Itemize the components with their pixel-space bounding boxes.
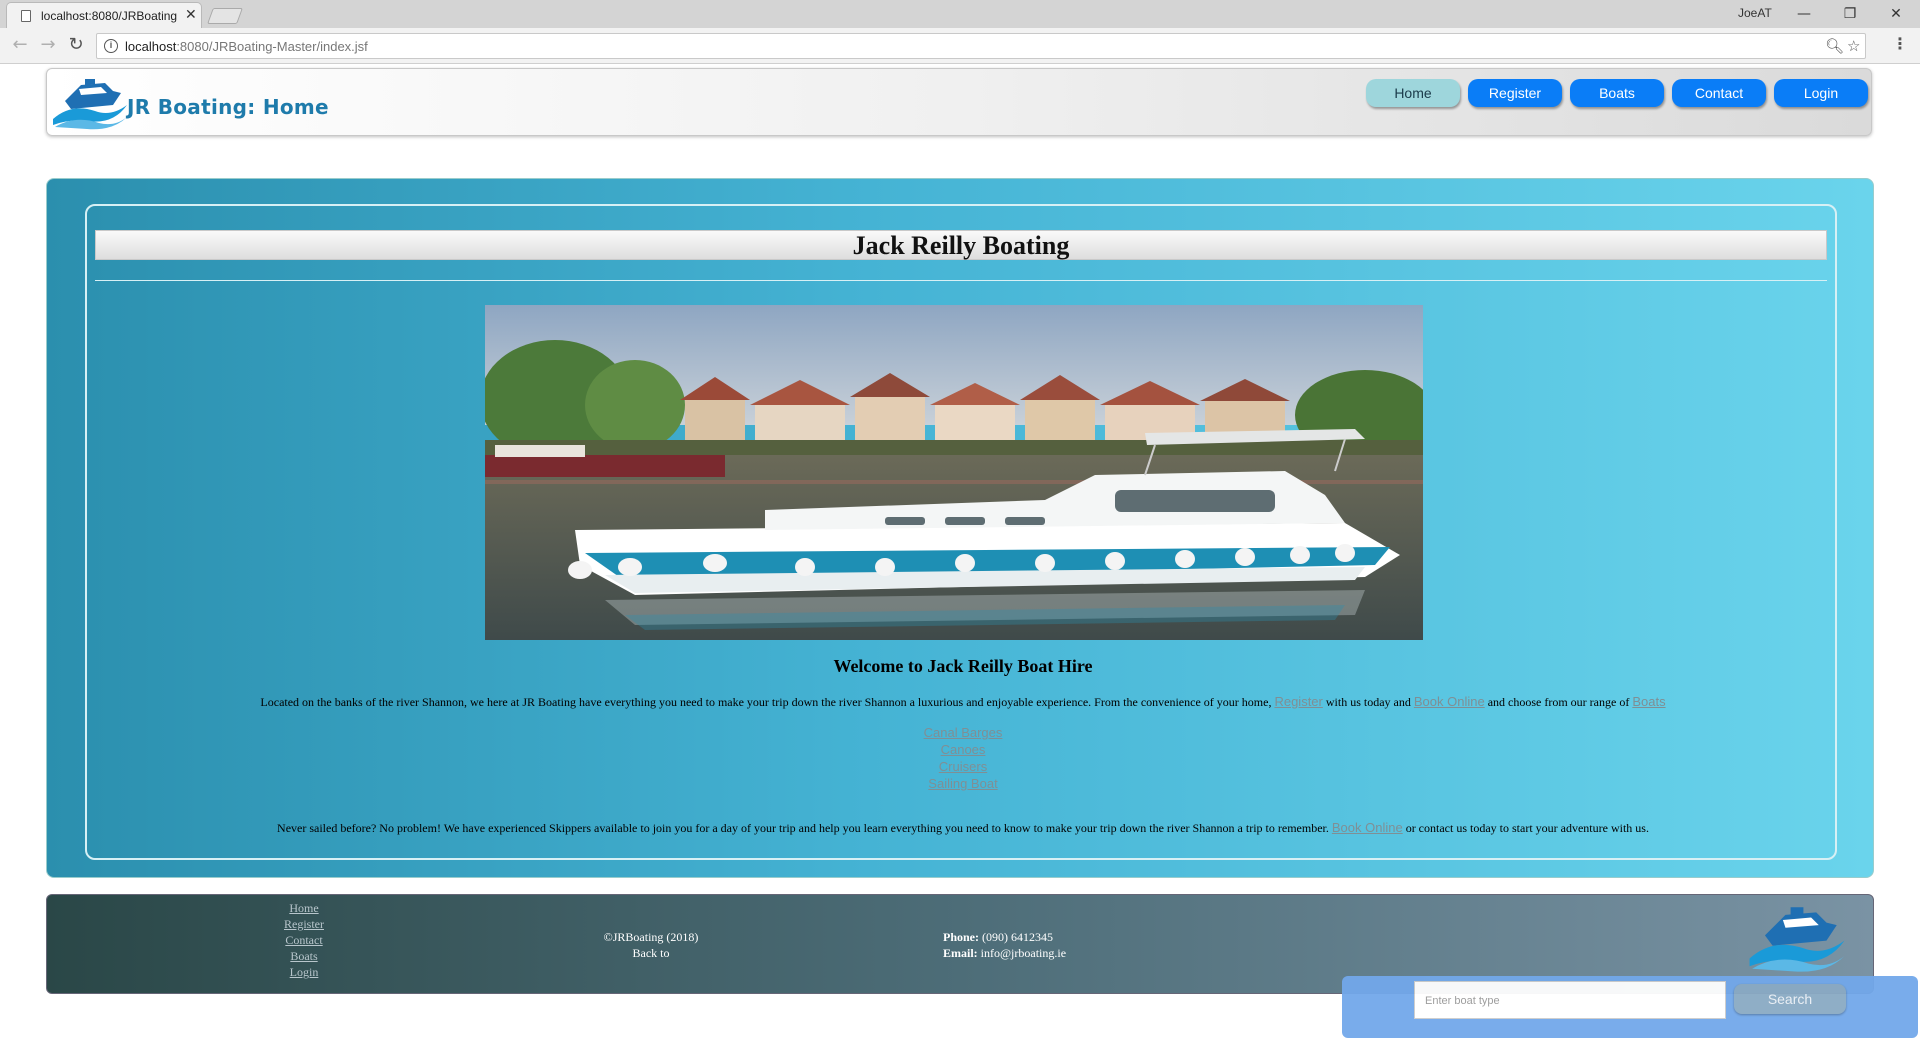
browser-toolbar: ← → ↻ i localhost:8080/JRBoating-Master/… <box>0 28 1920 64</box>
intro-paragraph: Located on the banks of the river Shanno… <box>87 694 1839 710</box>
footer-boats-link[interactable]: Boats <box>269 949 339 965</box>
copyright-text: ©JRBoating (2018) <box>603 930 699 944</box>
page-icon <box>21 10 31 22</box>
book-online-link[interactable]: Book Online <box>1332 820 1403 835</box>
back-to-text: Back to <box>632 946 670 960</box>
boat-type-search-input[interactable]: Enter boat type <box>1414 981 1726 1019</box>
boat-logo-icon <box>53 79 127 130</box>
skipper-text: or contact us today to start your advent… <box>1405 821 1649 835</box>
close-tab-icon[interactable]: ✕ <box>185 7 197 23</box>
forward-icon[interactable]: → <box>36 34 60 58</box>
page-heading: Jack Reilly Boating <box>95 230 1827 260</box>
browser-tabstrip: localhost:8080/JRBoating ✕ JoeAT — ❐ ✕ <box>0 0 1920 28</box>
register-link[interactable]: Register <box>1274 694 1322 709</box>
zoom-icon[interactable]: 🔍︎ <box>1825 37 1844 55</box>
boat-type-list: Canal Barges Canoes Cruisers Sailing Boa… <box>87 725 1839 793</box>
boats-link[interactable]: Boats <box>1632 694 1665 709</box>
welcome-heading: Welcome to Jack Reilly Boat Hire <box>833 656 1093 676</box>
phone-label: Phone: <box>943 930 979 944</box>
intro-text: and choose from our range of <box>1487 695 1630 709</box>
browser-tab[interactable]: localhost:8080/JRBoating ✕ <box>6 2 202 28</box>
footer-boat-logo-icon <box>1749 907 1845 972</box>
nav-contact-button[interactable]: Contact <box>1672 79 1766 107</box>
address-bar[interactable]: i localhost:8080/JRBoating-Master/index.… <box>96 33 1866 59</box>
phone-value: (090) 6412345 <box>982 930 1053 944</box>
profile-name[interactable]: JoeAT <box>1738 6 1772 20</box>
email-value: info@jrboating.ie <box>980 946 1067 960</box>
cruisers-link[interactable]: Cruisers <box>87 759 1839 776</box>
canal-barges-link[interactable]: Canal Barges <box>87 725 1839 742</box>
tab-title: localhost:8080/JRBoating <box>41 9 178 23</box>
skipper-text: Never sailed before? No problem! We have… <box>277 821 1329 835</box>
nav-register-button[interactable]: Register <box>1468 79 1562 107</box>
cruiser-boat-photo <box>485 305 1423 640</box>
footer-contact-info: Phone: (090) 6412345 Email: info@jrboati… <box>943 929 1066 961</box>
boat-search-panel: Enter boat type Search <box>1342 976 1918 1038</box>
footer-contact-link[interactable]: Contact <box>269 933 339 949</box>
new-tab-button[interactable] <box>207 8 243 24</box>
footer-nav: Home Register Contact Boats Login <box>269 901 339 981</box>
skipper-paragraph: Never sailed before? No problem! We have… <box>87 820 1839 836</box>
url-path: :8080/JRBoating-Master/index.jsf <box>176 39 368 54</box>
url-text: localhost:8080/JRBoating-Master/index.js… <box>125 39 368 54</box>
intro-text: with us today and <box>1325 695 1411 709</box>
email-label: Email: <box>943 946 978 960</box>
minimize-button[interactable]: — <box>1784 2 1824 26</box>
nav-login-button[interactable]: Login <box>1774 79 1868 107</box>
site-header: JR Boating: Home Home Register Boats Con… <box>46 68 1872 136</box>
footer-copyright: ©JRBoating (2018) Back to <box>581 929 721 961</box>
sailing-boat-link[interactable]: Sailing Boat <box>87 776 1839 793</box>
intro-text: Located on the banks of the river Shanno… <box>260 695 1272 709</box>
footer-login-link[interactable]: Login <box>269 965 339 981</box>
divider <box>95 280 1827 281</box>
reload-icon[interactable]: ↻ <box>64 34 88 58</box>
restore-button[interactable]: ❐ <box>1830 2 1870 26</box>
url-host: localhost <box>125 39 177 54</box>
footer-home-link[interactable]: Home <box>269 901 339 917</box>
canoes-link[interactable]: Canoes <box>87 742 1839 759</box>
nav-home-button[interactable]: Home <box>1366 79 1460 107</box>
book-online-link[interactable]: Book Online <box>1414 694 1485 709</box>
main-panel: Jack Reilly Boating Welcome to Jack Reil… <box>46 178 1874 878</box>
back-icon[interactable]: ← <box>8 34 32 58</box>
site-title: JR Boating: Home <box>127 95 329 119</box>
search-button[interactable]: Search <box>1734 984 1846 1014</box>
content-frame: Jack Reilly Boating Welcome to Jack Reil… <box>85 204 1837 860</box>
bookmark-star-icon[interactable]: ☆ <box>1847 37 1860 55</box>
window-close-button[interactable]: ✕ <box>1876 2 1916 26</box>
nav-boats-button[interactable]: Boats <box>1570 79 1664 107</box>
browser-menu-icon[interactable]: ⋮ <box>1892 34 1908 53</box>
footer-register-link[interactable]: Register <box>269 917 339 933</box>
info-icon[interactable]: i <box>104 39 118 53</box>
